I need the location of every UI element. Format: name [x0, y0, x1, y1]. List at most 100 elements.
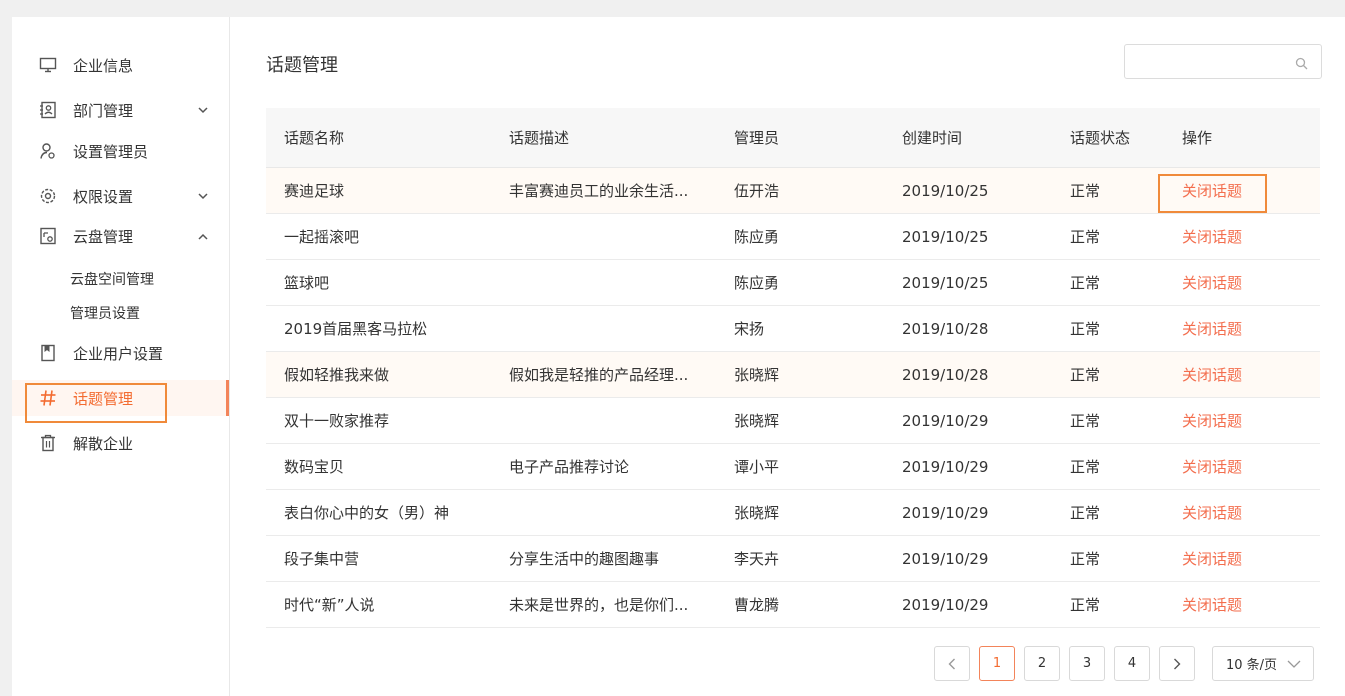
topic-admin: 张晓辉: [734, 412, 780, 430]
topics-table: 话题名称 话题描述 管理员 创建时间 话题状态 操作 赛迪足球 丰富赛迪员工的业…: [266, 108, 1320, 628]
topic-admin: 陈应勇: [734, 228, 780, 246]
topic-admin: 伍开浩: [734, 182, 780, 200]
app-shell: 企业信息 部门管理 设置管理员 权限设置 云盘管理 云盘空间管理 管理员设置 企…: [12, 17, 1345, 696]
chevron-down-icon: [197, 104, 209, 116]
topic-status: 正常: [1070, 366, 1101, 384]
cloud-disk-icon: [39, 227, 57, 245]
page-button-4[interactable]: 4: [1114, 646, 1150, 681]
topic-status: 正常: [1070, 274, 1101, 292]
table-row: 2019首届黑客马拉松 宋扬 2019/10/28 正常 关闭话题: [266, 306, 1320, 352]
table-row: 双十一败家推荐 张晓辉 2019/10/29 正常 关闭话题: [266, 398, 1320, 444]
sidebar-subitem-cloud-space[interactable]: 云盘空间管理: [70, 266, 154, 292]
table-row: 一起摇滚吧 陈应勇 2019/10/25 正常 关闭话题: [266, 214, 1320, 260]
topic-admin: 张晓辉: [734, 504, 780, 522]
topic-date: 2019/10/28: [902, 365, 989, 384]
topic-name: 2019首届黑客马拉松: [284, 320, 428, 338]
topic-name: 赛迪足球: [284, 182, 345, 200]
sidebar-item-label: 企业信息: [73, 56, 134, 75]
sidebar-item-label: 云盘管理: [73, 227, 134, 246]
topic-name: 双十一败家推荐: [284, 412, 390, 430]
main-content: 话题管理 话题名称 话题描述 管理员 创建时间 话题状态 操作 赛迪足球 丰富赛…: [230, 17, 1345, 696]
topic-date: 2019/10/28: [902, 319, 989, 338]
user-settings-icon: [39, 142, 57, 160]
page-button-1[interactable]: 1: [979, 646, 1015, 681]
sidebar-item-label: 设置管理员: [73, 142, 149, 161]
topic-name: 时代“新”人说: [284, 596, 375, 614]
close-topic-link[interactable]: 关闭话题: [1182, 306, 1302, 351]
topic-desc: 丰富赛迪员工的业余生活...: [509, 182, 689, 200]
sidebar-item-department[interactable]: 部门管理: [12, 92, 229, 128]
search-input[interactable]: [1131, 46, 1295, 79]
page-title: 话题管理: [266, 55, 338, 76]
sidebar-item-label: 解散企业: [73, 434, 134, 453]
chevron-down-icon: [1287, 658, 1301, 670]
topic-admin: 宋扬: [734, 320, 765, 338]
monitor-icon: [39, 56, 57, 74]
search-box[interactable]: [1124, 44, 1322, 79]
sidebar-item-topics[interactable]: 话题管理: [12, 380, 229, 416]
trash-icon: [39, 434, 57, 452]
sidebar-subitem-admin-settings[interactable]: 管理员设置: [70, 300, 140, 326]
topic-desc: 分享生活中的趣图趣事: [509, 550, 660, 568]
close-topic-link[interactable]: 关闭话题: [1182, 582, 1302, 627]
topic-date: 2019/10/25: [902, 273, 989, 292]
topic-date: 2019/10/29: [902, 503, 989, 522]
topic-name: 一起摇滚吧: [284, 228, 360, 246]
column-header: 话题名称: [284, 129, 345, 147]
chevron-left-icon: [948, 658, 955, 669]
gear-icon: [39, 187, 57, 205]
sidebar-item-permissions[interactable]: 权限设置: [12, 178, 229, 214]
close-topic-link[interactable]: 关闭话题: [1182, 168, 1302, 213]
topic-desc: [509, 398, 719, 443]
table-row: 表白你心中的女（男）神 张晓辉 2019/10/29 正常 关闭话题: [266, 490, 1320, 536]
chevron-down-icon: [197, 190, 209, 202]
topic-date: 2019/10/29: [902, 595, 989, 614]
table-row: 数码宝贝 电子产品推荐讨论 谭小平 2019/10/29 正常 关闭话题: [266, 444, 1320, 490]
page-size-select[interactable]: 10 条/页: [1212, 646, 1314, 681]
topic-status: 正常: [1070, 228, 1101, 246]
sidebar: 企业信息 部门管理 设置管理员 权限设置 云盘管理 云盘空间管理 管理员设置 企…: [12, 17, 230, 696]
topic-admin: 李天卉: [734, 550, 780, 568]
prev-page-button[interactable]: [934, 646, 970, 681]
page-button-2[interactable]: 2: [1024, 646, 1060, 681]
topic-status: 正常: [1070, 182, 1101, 200]
close-topic-link[interactable]: 关闭话题: [1182, 398, 1302, 443]
topic-date: 2019/10/25: [902, 227, 989, 246]
close-topic-link[interactable]: 关闭话题: [1182, 352, 1302, 397]
sidebar-item-company-info[interactable]: 企业信息: [12, 47, 229, 83]
topic-name: 假如轻推我来做: [284, 366, 390, 384]
close-topic-link[interactable]: 关闭话题: [1182, 536, 1302, 581]
topic-desc: [509, 214, 719, 259]
topic-status: 正常: [1070, 550, 1101, 568]
sidebar-item-set-admin[interactable]: 设置管理员: [12, 133, 229, 169]
topic-admin: 曹龙腾: [734, 596, 780, 614]
sidebar-item-label: 权限设置: [73, 187, 134, 206]
table-row: 段子集中营 分享生活中的趣图趣事 李天卉 2019/10/29 正常 关闭话题: [266, 536, 1320, 582]
hashtag-icon: [39, 389, 57, 407]
next-page-button[interactable]: [1159, 646, 1195, 681]
sidebar-item-label: 企业用户设置: [73, 344, 164, 363]
topic-name: 表白你心中的女（男）神: [284, 504, 450, 522]
topic-name: 篮球吧: [284, 274, 330, 292]
table-row: 篮球吧 陈应勇 2019/10/25 正常 关闭话题: [266, 260, 1320, 306]
sidebar-item-dissolve[interactable]: 解散企业: [12, 425, 229, 461]
page-button-3[interactable]: 3: [1069, 646, 1105, 681]
chevron-up-icon: [197, 230, 209, 242]
close-topic-link[interactable]: 关闭话题: [1182, 490, 1302, 535]
topic-desc: [509, 490, 719, 535]
close-topic-link[interactable]: 关闭话题: [1182, 260, 1302, 305]
close-topic-link[interactable]: 关闭话题: [1182, 214, 1302, 259]
topic-desc: 假如我是轻推的产品经理...: [509, 366, 689, 384]
chevron-right-icon: [1174, 658, 1181, 669]
table-row: 时代“新”人说 未来是世界的，也是你们... 曹龙腾 2019/10/29 正常…: [266, 582, 1320, 628]
sidebar-item-cloud-disk[interactable]: 云盘管理: [12, 218, 229, 254]
close-topic-link[interactable]: 关闭话题: [1182, 444, 1302, 489]
sidebar-item-enterprise-users[interactable]: 企业用户设置: [12, 335, 229, 371]
table-row: 假如轻推我来做 假如我是轻推的产品经理... 张晓辉 2019/10/28 正常…: [266, 352, 1320, 398]
topic-admin: 张晓辉: [734, 366, 780, 384]
topic-admin: 陈应勇: [734, 274, 780, 292]
bookmark-book-icon: [39, 344, 57, 362]
column-header: 话题状态: [1070, 129, 1131, 147]
topic-admin: 谭小平: [734, 458, 780, 476]
search-icon[interactable]: [1295, 55, 1308, 70]
